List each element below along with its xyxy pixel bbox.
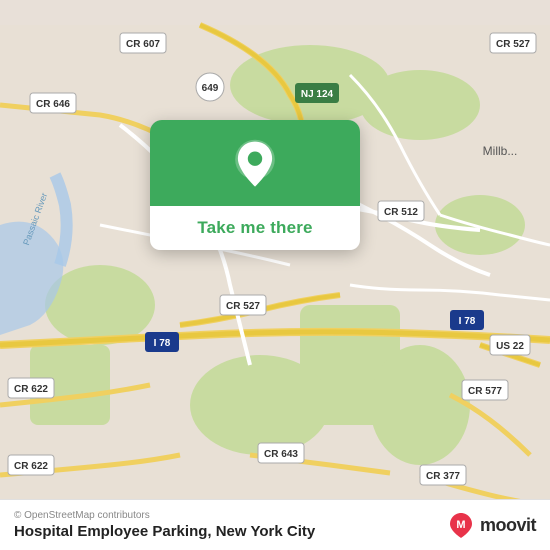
- svg-text:CR 512: CR 512: [384, 207, 418, 218]
- svg-text:CR 622: CR 622: [14, 384, 48, 395]
- svg-text:CR 527: CR 527: [226, 301, 260, 312]
- svg-text:CR 527: CR 527: [496, 39, 530, 50]
- svg-text:I 78: I 78: [459, 316, 476, 327]
- svg-text:NJ 124: NJ 124: [301, 89, 334, 100]
- svg-text:CR 607: CR 607: [126, 39, 160, 50]
- map-attribution: © OpenStreetMap contributors: [14, 510, 315, 521]
- bottom-bar: © OpenStreetMap contributors Hospital Em…: [0, 499, 550, 550]
- take-me-there-button[interactable]: Take me there: [150, 206, 360, 250]
- svg-text:CR 577: CR 577: [468, 386, 502, 397]
- svg-text:CR 646: CR 646: [36, 99, 70, 110]
- map-background: CR 607 CR 646 649 NJ 124 CR 527 CR 512 I…: [0, 0, 550, 550]
- svg-text:I 78: I 78: [154, 338, 171, 349]
- location-pin-icon: [228, 138, 282, 192]
- svg-text:M: M: [456, 519, 465, 531]
- location-card: Take me there: [150, 120, 360, 250]
- svg-text:CR 643: CR 643: [264, 449, 298, 460]
- svg-text:US 22: US 22: [496, 341, 524, 352]
- svg-text:CR 377: CR 377: [426, 471, 460, 482]
- svg-text:Millb...: Millb...: [483, 144, 518, 158]
- moovit-logo: M moovit: [447, 511, 536, 539]
- location-name: Hospital Employee Parking, New York City: [14, 523, 315, 540]
- map-container: CR 607 CR 646 649 NJ 124 CR 527 CR 512 I…: [0, 0, 550, 550]
- moovit-text: moovit: [480, 515, 536, 536]
- moovit-icon: M: [447, 511, 475, 539]
- svg-text:CR 622: CR 622: [14, 461, 48, 472]
- svg-text:649: 649: [202, 83, 219, 94]
- bottom-left-info: © OpenStreetMap contributors Hospital Em…: [14, 510, 315, 540]
